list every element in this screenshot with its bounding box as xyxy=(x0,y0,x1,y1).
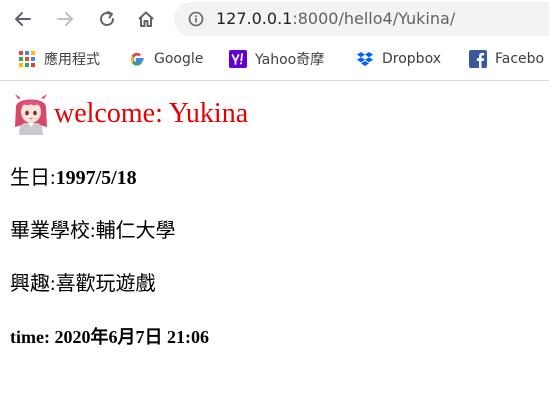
bookmark-apps[interactable]: 應用程式 xyxy=(18,48,100,70)
info-icon[interactable] xyxy=(188,11,204,27)
back-button[interactable] xyxy=(10,6,36,32)
bookmark-label: 應用程式 xyxy=(44,52,100,68)
welcome-text: welcome: Yukina xyxy=(54,98,249,129)
url-host: 127.0.0.1 xyxy=(216,9,293,28)
hobby-label: 興趣: xyxy=(10,273,56,295)
bookmark-label: Facebo xyxy=(495,51,545,67)
welcome-heading: welcome: Yukina xyxy=(10,93,248,135)
bookmark-label: Google xyxy=(154,51,204,67)
reload-icon xyxy=(100,11,114,26)
apps-grid-icon xyxy=(19,51,35,67)
birthday-field: 生日:1997/5/18 xyxy=(10,165,137,191)
home-button[interactable] xyxy=(133,6,159,32)
birthday-value: 1997/5/18 xyxy=(55,167,137,189)
birthday-label: 生日: xyxy=(10,167,56,189)
home-icon xyxy=(138,11,154,27)
bookmark-google[interactable]: Google xyxy=(128,48,203,70)
school-value: 輔仁大學 xyxy=(95,220,176,242)
time-text: time: 2020年6月7日 21:06 xyxy=(10,327,209,347)
reload-button[interactable] xyxy=(94,6,120,32)
bookmarks-bar: 應用程式 Google Yahoo奇摩 Dropbox Facebo xyxy=(0,42,549,76)
school-label: 畢業學校: xyxy=(10,220,96,242)
page-content: welcome: Yukina 生日:1997/5/18 畢業學校:輔仁大學 興… xyxy=(0,81,549,415)
hobby-value: 喜歡玩遊戲 xyxy=(55,273,156,295)
address-bar[interactable]: 127.0.0.1:8000/hello4/Yukina/ xyxy=(174,2,549,36)
url-path: :8000/hello4/Yukina/ xyxy=(292,9,456,28)
avatar xyxy=(15,94,47,135)
facebook-icon xyxy=(469,50,487,68)
hobby-field: 興趣:喜歡玩遊戲 xyxy=(10,271,156,297)
bookmark-facebook[interactable]: Facebo xyxy=(469,48,544,70)
bookmark-label: Yahoo奇摩 xyxy=(255,52,325,68)
school-field: 畢業學校:輔仁大學 xyxy=(10,218,176,244)
browser-toolbar: 127.0.0.1:8000/hello4/Yukina/ xyxy=(0,0,549,38)
bookmark-dropbox[interactable]: Dropbox xyxy=(356,48,441,70)
bookmark-yahoo[interactable]: Yahoo奇摩 xyxy=(229,48,324,70)
yahoo-icon xyxy=(229,50,247,68)
google-icon xyxy=(130,52,144,66)
forward-button[interactable] xyxy=(52,6,78,32)
back-arrow-icon xyxy=(15,12,31,26)
dropbox-icon xyxy=(357,52,373,66)
forward-arrow-icon xyxy=(57,12,73,26)
bookmark-label: Dropbox xyxy=(382,51,441,67)
url-text[interactable]: 127.0.0.1:8000/hello4/Yukina/ xyxy=(216,8,455,30)
